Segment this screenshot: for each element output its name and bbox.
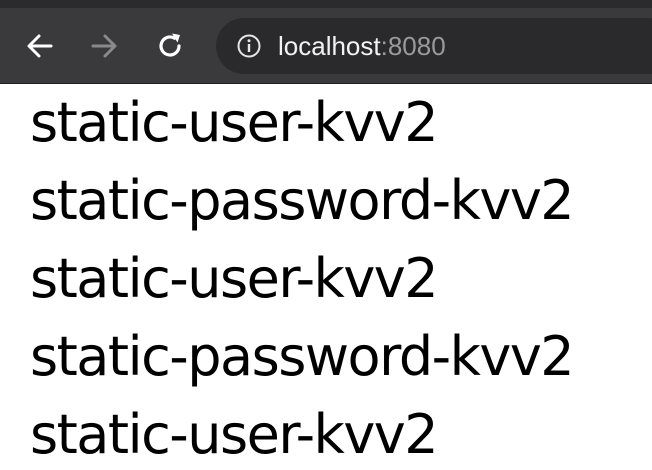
content-line: static-password-kvv2 bbox=[30, 169, 575, 232]
info-circle-icon[interactable] bbox=[236, 33, 262, 59]
address-bar[interactable]: localhost:8080 bbox=[216, 18, 652, 74]
content-line: static-user-kvv2 bbox=[30, 247, 439, 310]
url-host: localhost bbox=[278, 30, 381, 61]
reload-button[interactable] bbox=[148, 24, 192, 68]
url-port: :8080 bbox=[380, 30, 446, 61]
reload-icon bbox=[159, 33, 181, 57]
window-top-strip bbox=[0, 0, 652, 8]
content-line: static-user-kvv2 bbox=[30, 91, 439, 154]
browser-toolbar: localhost:8080 bbox=[0, 0, 652, 84]
arrow-right-icon bbox=[91, 34, 117, 58]
forward-button[interactable] bbox=[82, 24, 126, 68]
content-line: static-user-kvv2 bbox=[30, 403, 439, 466]
arrow-left-icon bbox=[27, 34, 53, 58]
content-line: static-password-kvv2 bbox=[30, 325, 575, 388]
back-button[interactable] bbox=[18, 24, 62, 68]
page-content: static-user-kvv2 static-password-kvv2 st… bbox=[0, 84, 652, 470]
